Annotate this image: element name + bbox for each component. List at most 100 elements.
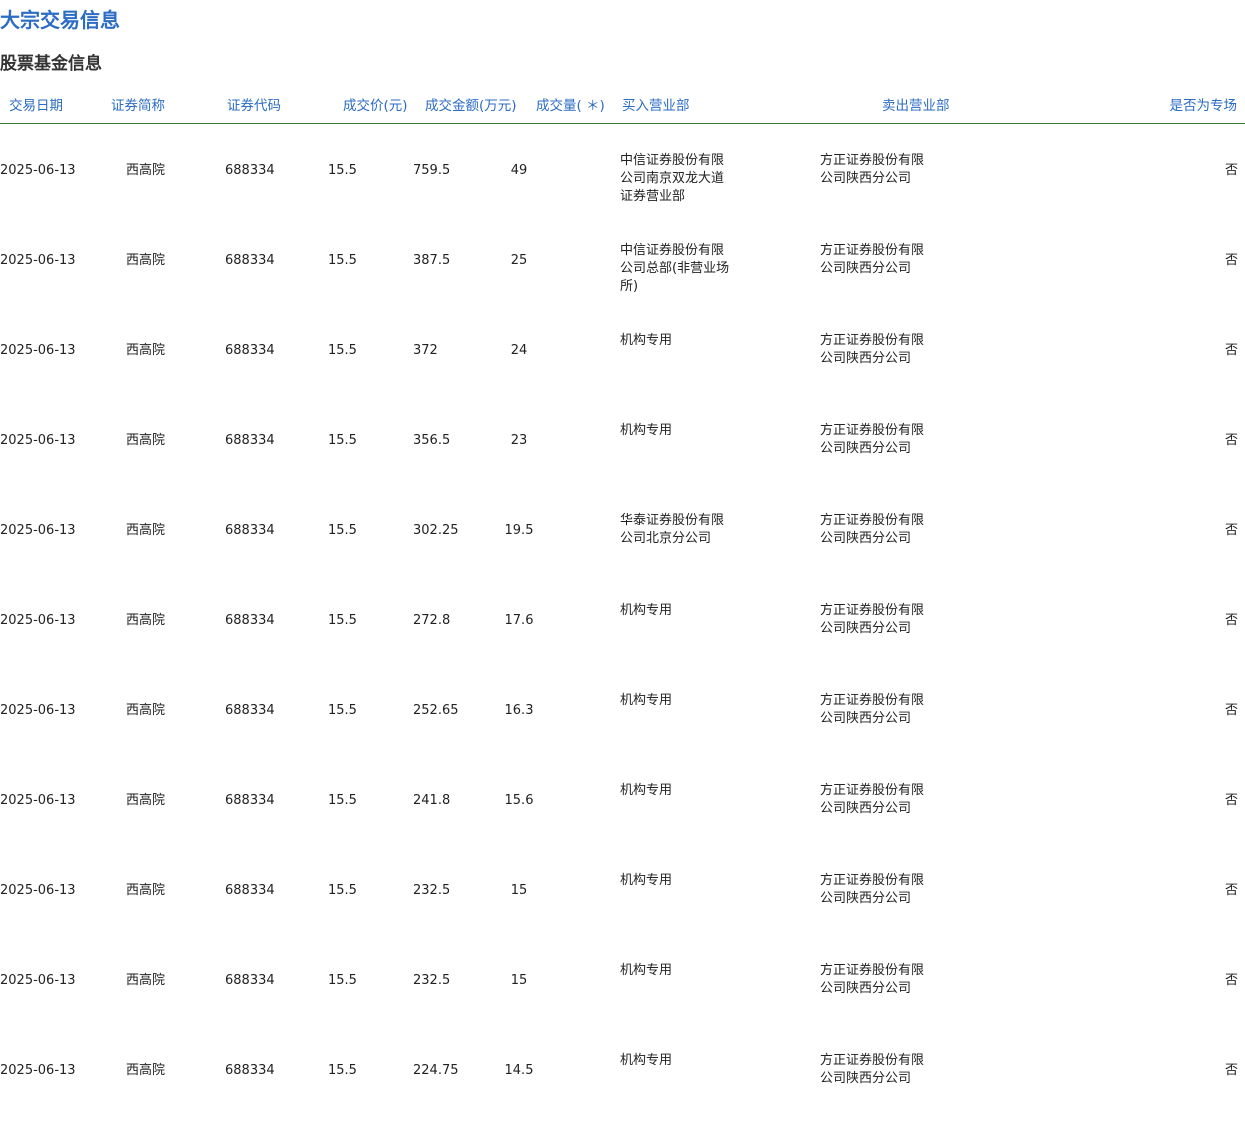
cell-buyer: 机构专用 [620, 873, 673, 888]
cell-special: 否 [1224, 793, 1238, 808]
cell-buyer: 机构专用 [620, 693, 673, 708]
table-row: 2025-06-13 西高院 688334 15.5 302.25 19.5 华泰证券股份有… [0, 491, 1245, 581]
cell-name: 西高院 [126, 613, 166, 628]
cell-volume: 16.3 [504, 703, 534, 718]
cell-date: 2025-06-13 [0, 883, 76, 898]
cell-seller: 方正证券股份有限公司陕西分公司 [820, 603, 925, 636]
cell-seller: 方正证券股份有限公司陕西分公司 [820, 513, 925, 546]
table-row: 2025-06-13 西高院 688334 15.5 224.75 14.5 机构专用 方正证… [0, 1031, 1245, 1121]
cell-amount: 224.75 [413, 1063, 459, 1078]
cell-price: 15.5 [328, 343, 357, 358]
cell-volume: 15.6 [504, 793, 534, 808]
cell-code: 688334 [225, 1063, 275, 1078]
cell-code: 688334 [225, 163, 275, 178]
column-header-special[interactable]: 是否为专场 [1170, 98, 1238, 114]
cell-volume: 15 [510, 973, 528, 988]
column-header-buyer[interactable]: 买入营业部 [622, 98, 690, 114]
cell-volume: 15 [510, 883, 528, 898]
cell-amount: 232.5 [413, 883, 451, 898]
cell-special: 否 [1224, 523, 1238, 538]
cell-date: 2025-06-13 [0, 973, 76, 988]
table-row: 2025-06-13 西高院 688334 15.5 232.5 15 机构专用 方正证券股份… [0, 851, 1245, 941]
column-header-seller[interactable]: 卖出营业部 [882, 98, 950, 114]
cell-name: 西高院 [126, 973, 166, 988]
cell-seller: 方正证券股份有限公司陕西分公司 [820, 333, 925, 366]
cell-amount: 272.8 [413, 613, 451, 628]
cell-volume: 23 [510, 433, 528, 448]
cell-seller: 方正证券股份有限公司陕西分公司 [820, 963, 925, 996]
column-header-price[interactable]: 成交价(元) [343, 98, 408, 114]
table-row: 2025-06-13 西高院 688334 15.5 356.5 23 机构专用 方正证券股份… [0, 401, 1245, 491]
cell-seller: 方正证券股份有限公司陕西分公司 [820, 693, 925, 726]
cell-code: 688334 [225, 253, 275, 268]
cell-amount: 302.25 [413, 523, 459, 538]
cell-buyer: 机构专用 [620, 603, 673, 618]
cell-date: 2025-06-13 [0, 1063, 76, 1078]
page-title: 大宗交易信息 [0, 8, 120, 32]
cell-date: 2025-06-13 [0, 703, 76, 718]
cell-code: 688334 [225, 613, 275, 628]
cell-special: 否 [1224, 883, 1238, 898]
cell-special: 否 [1224, 163, 1238, 178]
cell-special: 否 [1224, 253, 1238, 268]
cell-code: 688334 [225, 523, 275, 538]
cell-price: 15.5 [328, 883, 357, 898]
cell-seller: 方正证券股份有限公司陕西分公司 [820, 783, 925, 816]
cell-name: 西高院 [126, 163, 166, 178]
cell-date: 2025-06-13 [0, 523, 76, 538]
cell-buyer: 中信证券股份有限公司总部(非营业场所) [620, 243, 730, 294]
column-header-date[interactable]: 交易日期 [9, 98, 63, 114]
cell-volume: 25 [510, 253, 528, 268]
cell-special: 否 [1224, 613, 1238, 628]
table-row: 2025-06-13 西高院 688334 15.5 272.8 17.6 机构专用 方正证券… [0, 581, 1245, 671]
cell-price: 15.5 [328, 613, 357, 628]
column-header-volume[interactable]: 成交量( ＊) [536, 98, 605, 114]
cell-special: 否 [1224, 343, 1238, 358]
cell-seller: 方正证券股份有限公司陕西分公司 [820, 153, 925, 186]
cell-price: 15.5 [328, 703, 357, 718]
cell-price: 15.5 [328, 1063, 357, 1078]
cell-price: 15.5 [328, 973, 357, 988]
cell-name: 西高院 [126, 433, 166, 448]
cell-buyer: 中信证券股份有限公司南京双龙大道证券营业部 [620, 153, 725, 204]
cell-price: 15.5 [328, 523, 357, 538]
cell-code: 688334 [225, 703, 275, 718]
table-header: 交易日期 证券简称 证券代码 成交价(元) 成交金额(万元) 成交量( ＊) 买… [0, 88, 1245, 124]
cell-price: 15.5 [328, 253, 357, 268]
table-row: 2025-06-13 西高院 688334 15.5 252.65 16.3 机构专用 方正证… [0, 671, 1245, 761]
cell-amount: 387.5 [413, 253, 451, 268]
cell-buyer: 机构专用 [620, 783, 673, 798]
cell-special: 否 [1224, 433, 1238, 448]
cell-date: 2025-06-13 [0, 613, 76, 628]
cell-name: 西高院 [126, 343, 166, 358]
table-row: 2025-06-13 西高院 688334 15.5 232.5 15 机构专用 方正证券股份… [0, 941, 1245, 1031]
cell-amount: 241.8 [413, 793, 451, 808]
cell-code: 688334 [225, 883, 275, 898]
cell-date: 2025-06-13 [0, 163, 76, 178]
cell-special: 否 [1224, 703, 1238, 718]
cell-seller: 方正证券股份有限公司陕西分公司 [820, 1053, 925, 1086]
cell-name: 西高院 [126, 793, 166, 808]
cell-name: 西高院 [126, 703, 166, 718]
table-row: 2025-06-13 西高院 688334 15.5 241.8 15.6 机构专用 方正证券… [0, 761, 1245, 851]
cell-date: 2025-06-13 [0, 793, 76, 808]
section-title: 股票基金信息 [0, 54, 102, 74]
cell-date: 2025-06-13 [0, 253, 76, 268]
cell-name: 西高院 [126, 253, 166, 268]
cell-buyer: 机构专用 [620, 1053, 673, 1068]
cell-seller: 方正证券股份有限公司陕西分公司 [820, 873, 925, 906]
cell-code: 688334 [225, 433, 275, 448]
cell-seller: 方正证券股份有限公司陕西分公司 [820, 243, 925, 276]
cell-buyer: 机构专用 [620, 963, 673, 978]
cell-volume: 24 [510, 343, 528, 358]
column-header-name[interactable]: 证券简称 [111, 98, 165, 114]
column-header-amount[interactable]: 成交金额(万元) [425, 98, 517, 114]
cell-amount: 356.5 [413, 433, 451, 448]
cell-amount: 232.5 [413, 973, 451, 988]
cell-volume: 14.5 [504, 1063, 534, 1078]
cell-price: 15.5 [328, 163, 357, 178]
column-header-code[interactable]: 证券代码 [227, 98, 281, 114]
cell-amount: 372 [413, 343, 438, 358]
table-row: 2025-06-13 西高院 688334 15.5 759.5 49 中信证券股份有限公司… [0, 131, 1245, 221]
cell-buyer: 机构专用 [620, 423, 673, 438]
